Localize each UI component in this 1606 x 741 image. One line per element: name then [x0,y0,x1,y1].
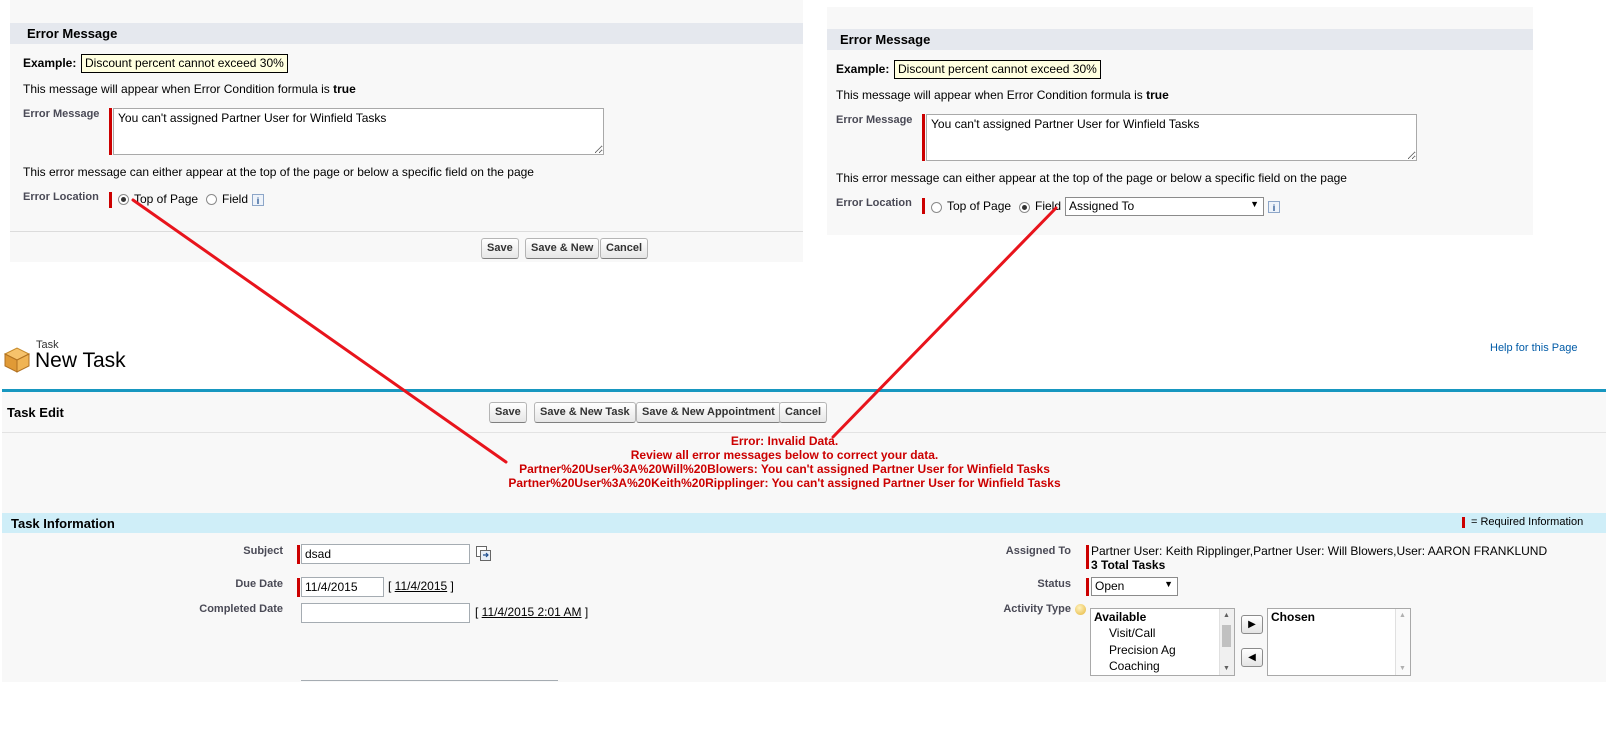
annotation-arrows [131,198,1058,464]
annotation-arrow-field [831,206,1058,439]
annotation-arrow-top-of-page [131,198,508,464]
